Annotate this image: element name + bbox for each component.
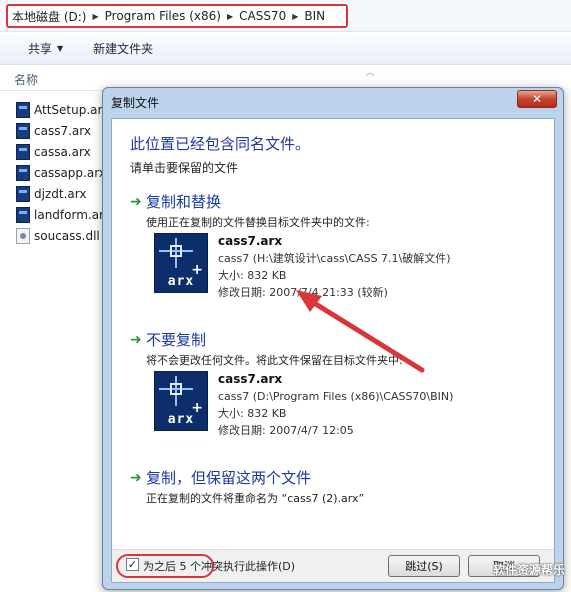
dialog-titlebar[interactable]: 复制文件: [103, 88, 563, 116]
option-title: 复制，但保留这两个文件: [146, 469, 312, 487]
file-path: cass7 (H:\建筑设计\cass\CASS 7.1\破解文件): [218, 252, 451, 265]
column-header-name[interactable]: 名称: [14, 71, 38, 88]
arx-file-icon: [16, 101, 30, 118]
file-path: cass7 (D:\Program Files (x86)\CASS70\BIN…: [218, 390, 454, 403]
copy-file-dialog: 复制文件 ✕ 此位置已经包含同名文件。 请单击要保留的文件 ➜ 复制和替换 使用…: [102, 87, 564, 590]
option-title: 不要复制: [146, 331, 207, 349]
green-arrow-icon: ➜: [130, 331, 142, 348]
list-item[interactable]: cassa.arx: [16, 141, 116, 162]
dialog-headline: 此位置已经包含同名文件。: [130, 135, 311, 153]
option-copy-replace[interactable]: ➜ 复制和替换 使用正在复制的文件替换目标文件夹中的文件:: [130, 191, 370, 230]
file-modified: 修改日期: 2007/4/7 12:05: [218, 424, 354, 437]
file-name: landform.arx: [34, 207, 111, 222]
option-description: 使用正在复制的文件替换目标文件夹中的文件:: [146, 216, 370, 229]
arx-file-icon: [16, 122, 30, 139]
file-list: AttSetup.arx cass7.arx cassa.arx cassapp…: [16, 99, 116, 246]
dialog-title: 复制文件: [111, 95, 160, 110]
breadcrumb-separator-icon[interactable]: ▶: [92, 12, 98, 21]
explorer-toolbar: 共享 ▼ 新建文件夹: [0, 33, 571, 65]
green-arrow-icon: ➜: [130, 193, 142, 210]
option-keep-both[interactable]: ➜ 复制，但保留这两个文件 正在复制的文件将重命名为 “cass7 (2).ar…: [130, 467, 364, 506]
share-label: 共享: [28, 42, 53, 56]
breadcrumb-drive[interactable]: 本地磁盘 (D:): [12, 8, 86, 25]
file-name: djzdt.arx: [34, 186, 87, 201]
apply-to-all-label[interactable]: 为之后 5 个冲突执行此操作(D): [143, 558, 295, 574]
breadcrumb-program-files[interactable]: Program Files (x86): [105, 9, 221, 23]
list-item[interactable]: landform.arx: [16, 204, 116, 225]
list-item[interactable]: soucass.dll: [16, 225, 116, 246]
file-size: 大小: 832 KB: [218, 407, 287, 420]
file-name: cass7.arx: [218, 234, 283, 248]
close-icon: ✕: [531, 92, 543, 106]
breadcrumb-cass70[interactable]: CASS70: [239, 9, 286, 23]
arx-file-icon: [16, 164, 30, 181]
new-folder-button[interactable]: 新建文件夹: [93, 40, 153, 57]
file-size: 大小: 832 KB: [218, 269, 287, 282]
watermark: 软件资源帮乐: [492, 563, 565, 577]
breadcrumb-separator-icon[interactable]: ▶: [227, 12, 233, 21]
file-name: cass7.arx: [34, 123, 91, 138]
arx-file-icon: [16, 185, 30, 202]
destination-file-info[interactable]: + arx cass7.arx cass7 (D:\Program Files …: [154, 371, 453, 439]
file-name: cassa.arx: [34, 144, 91, 159]
option-title: 复制和替换: [146, 193, 222, 211]
arx-file-icon: + arx: [154, 233, 208, 293]
chevron-down-icon: ▼: [57, 44, 64, 53]
new-folder-label: 新建文件夹: [93, 42, 154, 56]
breadcrumb-bin[interactable]: BIN: [304, 9, 325, 23]
apply-to-all-checkbox[interactable]: ✓: [126, 558, 139, 571]
option-description: 正在复制的文件将重命名为 “cass7 (2).arx”: [146, 492, 365, 505]
source-file-info[interactable]: + arx cass7.arx cass7 (H:\建筑设计\cass\CASS…: [154, 233, 451, 301]
option-description: 将不会更改任何文件。将此文件保留在目标文件夹中:: [146, 354, 403, 367]
chevron-up-icon: ︿: [365, 68, 375, 78]
icon-label: arx: [167, 274, 195, 289]
list-item[interactable]: cassapp.arx: [16, 162, 116, 183]
column-divider: [0, 90, 110, 91]
breadcrumb-separator-icon[interactable]: ▶: [292, 12, 298, 21]
file-name: cass7.arx: [218, 372, 283, 386]
dialog-footer: ✓ 为之后 5 个冲突执行此操作(D) 跳过(S) 取消: [112, 549, 554, 582]
list-item[interactable]: cass7.arx: [16, 120, 116, 141]
dialog-subline: 请单击要保留的文件: [130, 161, 239, 175]
icon-label: arx: [167, 412, 195, 427]
dll-file-icon: [16, 227, 30, 244]
address-bar[interactable]: 本地磁盘 (D:) ▶ Program Files (x86) ▶ CASS70…: [6, 4, 348, 28]
close-button[interactable]: ✕: [517, 90, 557, 108]
list-item[interactable]: AttSetup.arx: [16, 99, 116, 120]
file-name: AttSetup.arx: [34, 102, 110, 117]
arx-file-icon: [16, 143, 30, 160]
share-button[interactable]: 共享 ▼: [28, 40, 63, 57]
file-name: soucass.dll: [34, 228, 100, 243]
dialog-body: 此位置已经包含同名文件。 请单击要保留的文件 ➜ 复制和替换 使用正在复制的文件…: [111, 118, 555, 583]
file-name: cassapp.arx: [34, 165, 106, 180]
file-modified: 修改日期: 2007/7/4 21:33 (较新): [218, 286, 388, 299]
green-arrow-icon: ➜: [130, 469, 142, 486]
skip-button[interactable]: 跳过(S): [388, 555, 460, 577]
address-bar-area: 本地磁盘 (D:) ▶ Program Files (x86) ▶ CASS70…: [0, 0, 571, 32]
option-dont-copy[interactable]: ➜ 不要复制 将不会更改任何文件。将此文件保留在目标文件夹中:: [130, 329, 403, 368]
arx-file-icon: [16, 206, 30, 223]
arx-file-icon: + arx: [154, 371, 208, 431]
list-item[interactable]: djzdt.arx: [16, 183, 116, 204]
